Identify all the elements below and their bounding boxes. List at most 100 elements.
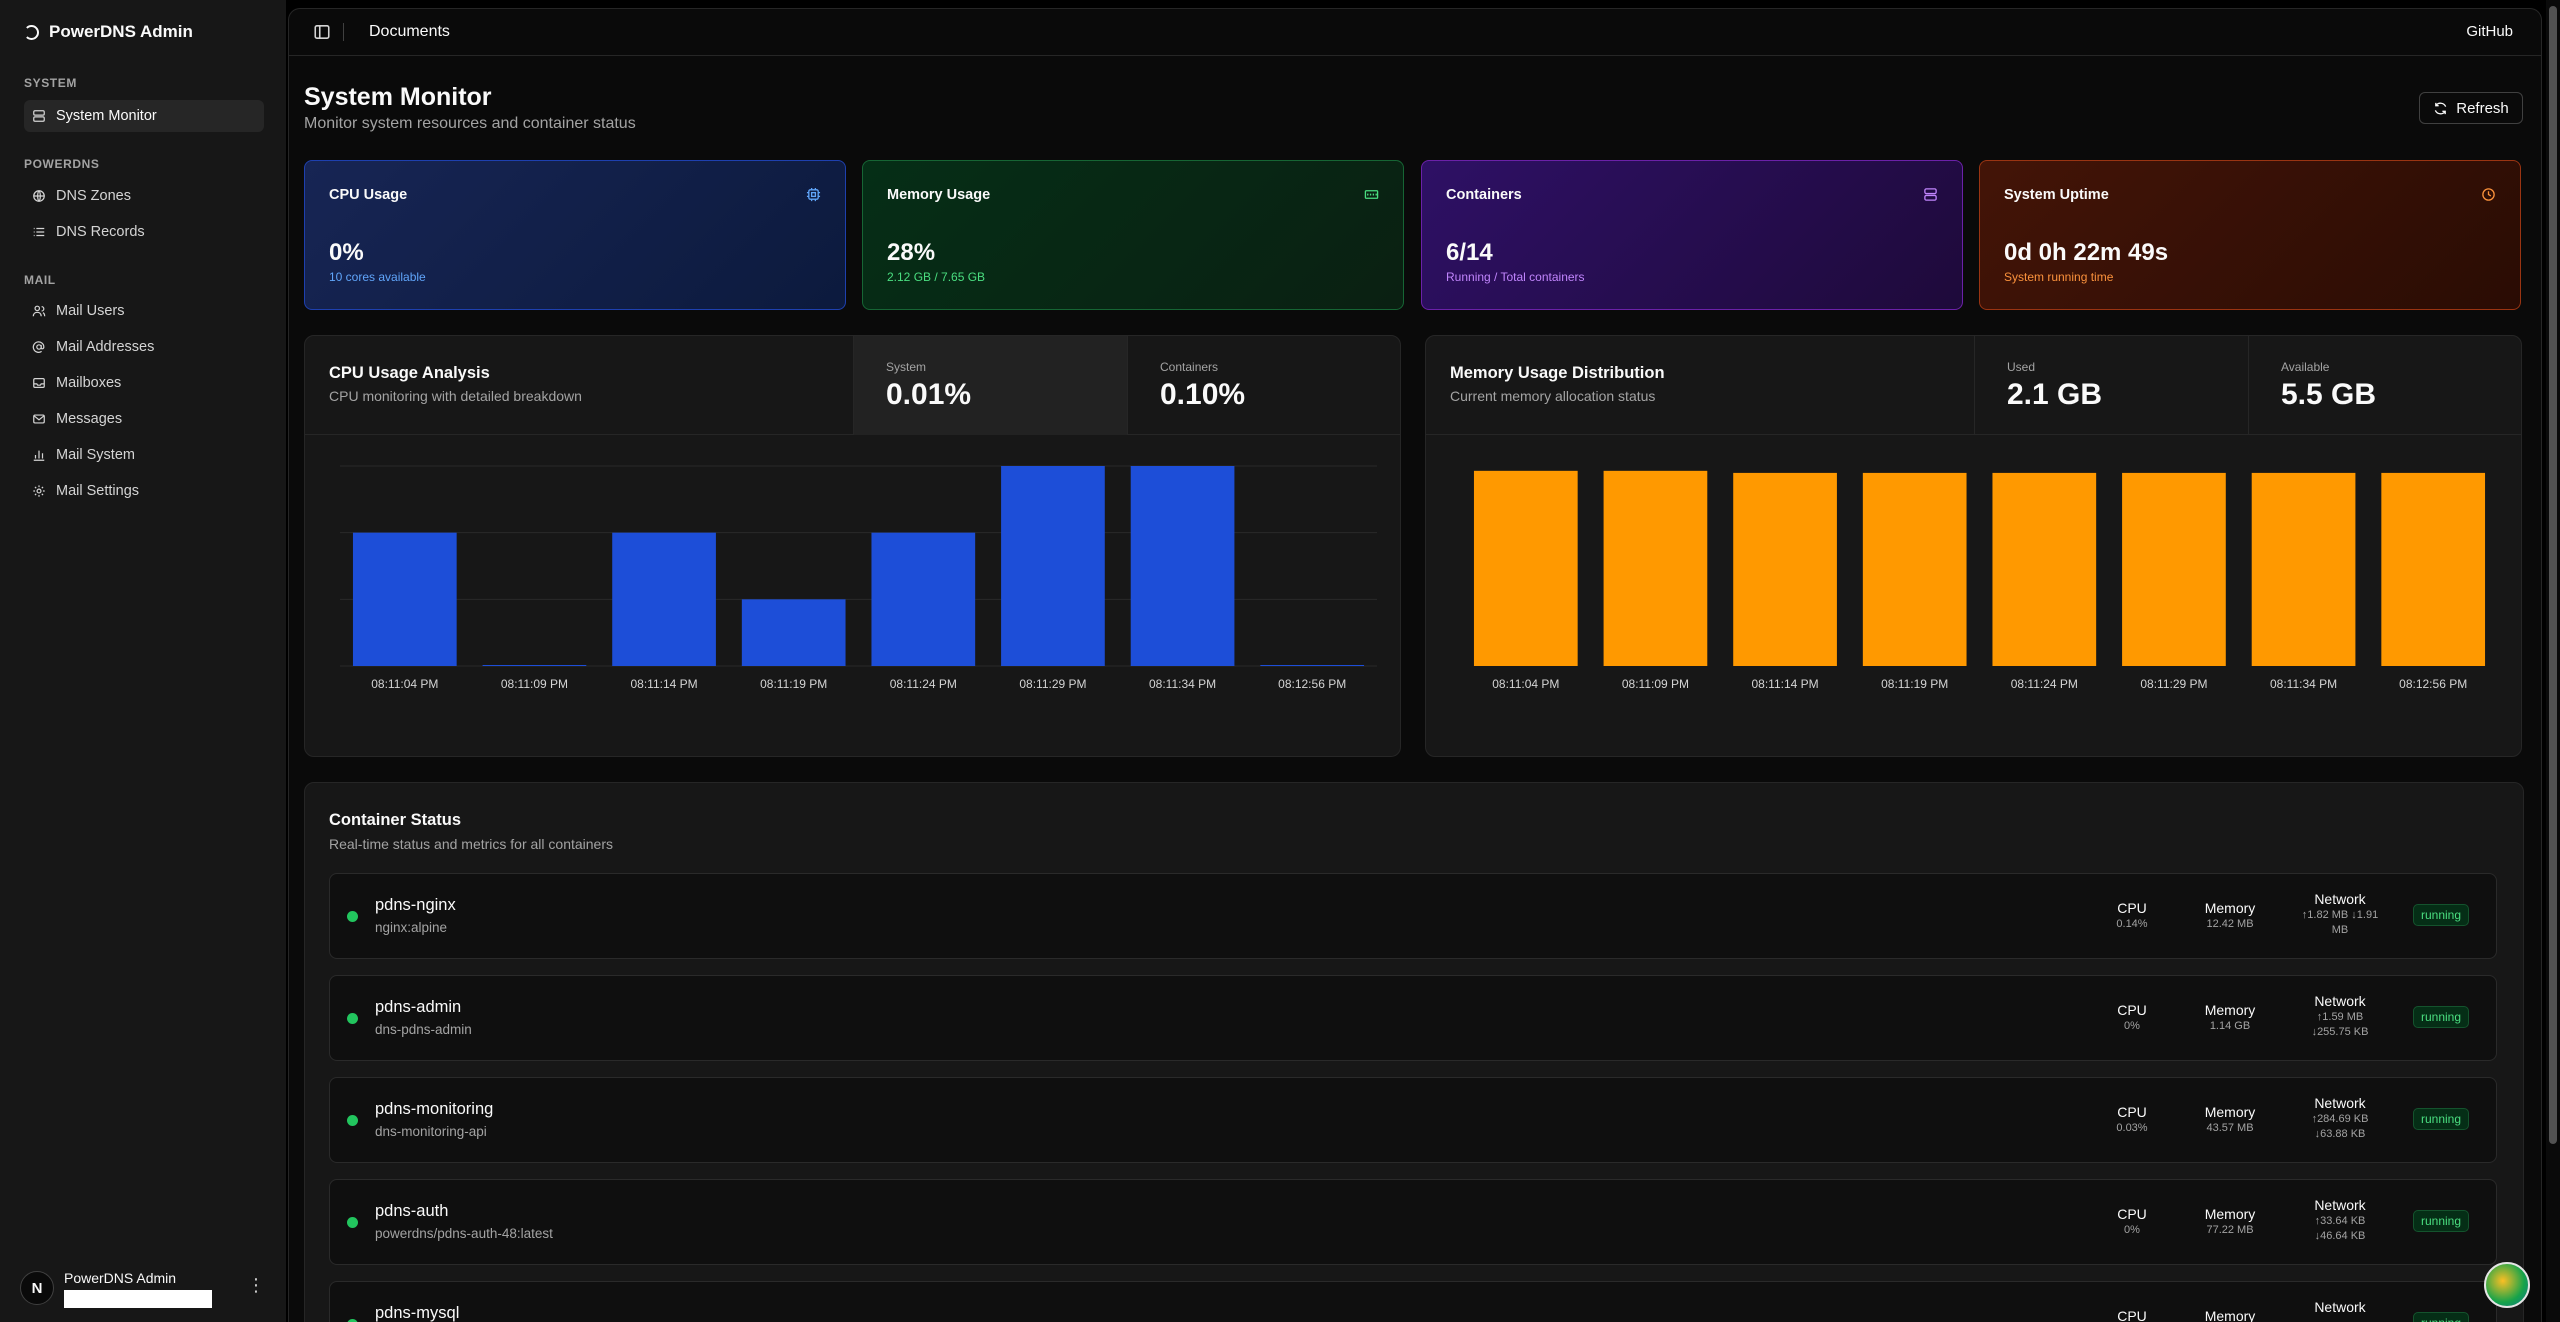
system-cpu-metric[interactable]: System 0.01%: [853, 336, 1127, 435]
cpu-chart-bar[interactable]: [1130, 466, 1235, 666]
sidebar-item-mail-addresses[interactable]: Mail Addresses: [24, 331, 264, 363]
memory-chart-bar[interactable]: [1733, 472, 1837, 666]
memory-chart-bar[interactable]: [2381, 472, 2486, 666]
memory-chart-bar[interactable]: [1862, 472, 1967, 666]
cpu-label: CPU: [2117, 1104, 2147, 1120]
status-dot: [347, 911, 358, 922]
sidebar-item-mailboxes[interactable]: Mailboxes: [24, 367, 264, 399]
container-image: dns-monitoring-api: [375, 1124, 487, 1139]
cpu-label: CPU: [2117, 1308, 2147, 1322]
system-uptime-card: System Uptime 0d 0h 22m 49s System runni…: [1979, 160, 2521, 310]
sidebar-item-label: DNS Zones: [56, 188, 131, 204]
container-name: pdns-auth: [375, 1202, 449, 1220]
sidebar-item-mail-system[interactable]: Mail System: [24, 439, 264, 471]
cpu-stat: CPU 0%: [2087, 1205, 2177, 1238]
avatar: N: [20, 1271, 54, 1305]
sidebar-item-mail-users[interactable]: Mail Users: [24, 295, 264, 327]
memory-value: 77.22 MB: [2206, 1224, 2254, 1236]
cpu-chart-bar[interactable]: [612, 532, 716, 666]
brand[interactable]: PowerDNS Admin: [24, 20, 193, 44]
available-memory-metric[interactable]: Available 5.5 GB: [2248, 336, 2521, 435]
users-icon: [32, 305, 46, 317]
more-vertical-icon[interactable]: ⋮: [246, 1274, 266, 1298]
sidebar-item-label: Mail System: [56, 447, 135, 463]
network-label: Network: [2314, 891, 2366, 907]
cpu-chart-bar[interactable]: [352, 532, 457, 666]
scrollbar-thumb[interactable]: [2549, 6, 2557, 1144]
cpu-chart-bar[interactable]: [1001, 466, 1105, 666]
card-title: Memory Usage: [887, 187, 991, 203]
memory-chart-bar[interactable]: [2251, 472, 2356, 666]
containers-cpu-metric[interactable]: Containers 0.10%: [1127, 336, 1400, 435]
sidebar-item-dns-zones[interactable]: DNS Zones: [24, 180, 264, 212]
cpu-stat: CPU 0.14%: [2087, 899, 2177, 932]
sidebar-item-system-monitor[interactable]: System Monitor: [24, 100, 264, 132]
page-subtitle: Monitor system resources and container s…: [304, 115, 636, 132]
used-memory-metric[interactable]: Used 2.1 GB: [1974, 336, 2248, 435]
metric-label: Available: [2281, 360, 2330, 374]
memory-value: 12.42 MB: [2206, 918, 2254, 930]
sidebar-item-messages[interactable]: Messages: [24, 403, 264, 435]
container-image: powerdns/pdns-auth-48:latest: [375, 1226, 553, 1241]
container-row-pdns-admin[interactable]: pdns-admin dns-pdns-admin CPU 0% Memory 1.…: [329, 975, 2497, 1061]
memory-stat: Memory 43.57 MB: [2185, 1103, 2275, 1136]
cpu-stat: CPU 0%: [2087, 1001, 2177, 1034]
sidebar-item-dns-records[interactable]: DNS Records: [24, 216, 264, 248]
container-row-pdns-monitoring[interactable]: pdns-monitoring dns-monitoring-api CPU 0.…: [329, 1077, 2497, 1163]
cpu-chart-x-tick-label: 08:12:56 PM: [1278, 677, 1346, 691]
memory-chart-bar[interactable]: [1473, 470, 1578, 666]
page-title: System Monitor: [304, 83, 492, 111]
network-stat: Network ↑1.82 MB ↓1.91 MB: [2280, 890, 2400, 938]
network-stat: Network ↑33.64 KB ↓46.64 KB: [2280, 1196, 2400, 1244]
sidebar-toggle-icon[interactable]: [313, 23, 331, 41]
sidebar-item-mail-settings[interactable]: Mail Settings: [24, 475, 264, 507]
memory-chart-bar[interactable]: [1992, 472, 2097, 666]
cpu-usage-card: CPU Usage 0% 10 cores available: [304, 160, 846, 310]
user-email-redacted: [64, 1290, 212, 1308]
server-icon: [1924, 188, 1937, 201]
container-row-pdns-mysql[interactable]: pdns-mysql CPU Memory Network running: [329, 1281, 2497, 1322]
network-label: Network: [2314, 993, 2366, 1009]
container-image: dns-pdns-admin: [375, 1022, 472, 1037]
user-menu[interactable]: N PowerDNS Admin ⋮: [20, 1268, 266, 1308]
card-value: 28%: [887, 239, 936, 266]
cpu-chart-bar[interactable]: [1260, 665, 1365, 666]
container-row-pdns-nginx[interactable]: pdns-nginx nginx:alpine CPU 0.14% Memory 1…: [329, 873, 2497, 959]
cpu-chart-bar[interactable]: [741, 599, 846, 666]
refresh-button[interactable]: Refresh: [2419, 92, 2523, 124]
memory-value: 43.57 MB: [2206, 1122, 2254, 1134]
network-label: Network: [2314, 1197, 2366, 1213]
cpu-chart-bar[interactable]: [871, 532, 976, 666]
status-badge: running: [2413, 1006, 2470, 1028]
cpu-chart-x-tick-label: 08:11:14 PM: [630, 677, 697, 691]
card-title: Containers: [1446, 187, 1522, 203]
memory-chart-bar[interactable]: [1603, 470, 1708, 666]
card-title: CPU Usage: [329, 187, 408, 203]
panel-subtitle: Real-time status and metrics for all con…: [329, 836, 613, 852]
divider: [343, 23, 344, 41]
cpu-bar-chart: 08:11:04 PM 08:11:09 PM 08:11:14 PM 08:11:1…: [340, 465, 1377, 691]
cpu-icon: [806, 187, 821, 202]
clock-icon: [2482, 188, 2495, 201]
network-stat: Network: [2280, 1298, 2400, 1316]
memory-chart-bar[interactable]: [2122, 472, 2226, 666]
cpu-chart-bar[interactable]: [482, 665, 587, 666]
memory-stat: Memory 12.42 MB: [2185, 899, 2275, 932]
cpu-stat: CPU 0.03%: [2087, 1103, 2177, 1136]
metric-label: Containers: [1160, 360, 1219, 374]
floating-assistant-button[interactable]: [2484, 1262, 2530, 1308]
user-name: PowerDNS Admin: [64, 1270, 177, 1286]
github-link[interactable]: GitHub: [2466, 23, 2513, 40]
inbox-icon: [33, 378, 45, 388]
memory-icon: [1364, 190, 1379, 199]
memory-usage-card: Memory Usage 28% 2.12 GB / 7.65 GB: [862, 160, 1404, 310]
container-row-pdns-auth[interactable]: pdns-auth powerdns/pdns-auth-48:latest C…: [329, 1179, 2497, 1265]
card-note: 2.12 GB / 7.65 GB: [887, 270, 986, 284]
memory-label: Memory: [2204, 900, 2256, 916]
card-value: 0d 0h 22m 49s: [2004, 239, 2169, 266]
status-badge: running: [2413, 1108, 2470, 1130]
sidebar-item-label: Mailboxes: [56, 375, 122, 391]
at-sign-icon: [32, 341, 45, 353]
status-dot: [347, 1217, 358, 1228]
network-value-line1: ↑284.69 KB: [2311, 1113, 2369, 1125]
